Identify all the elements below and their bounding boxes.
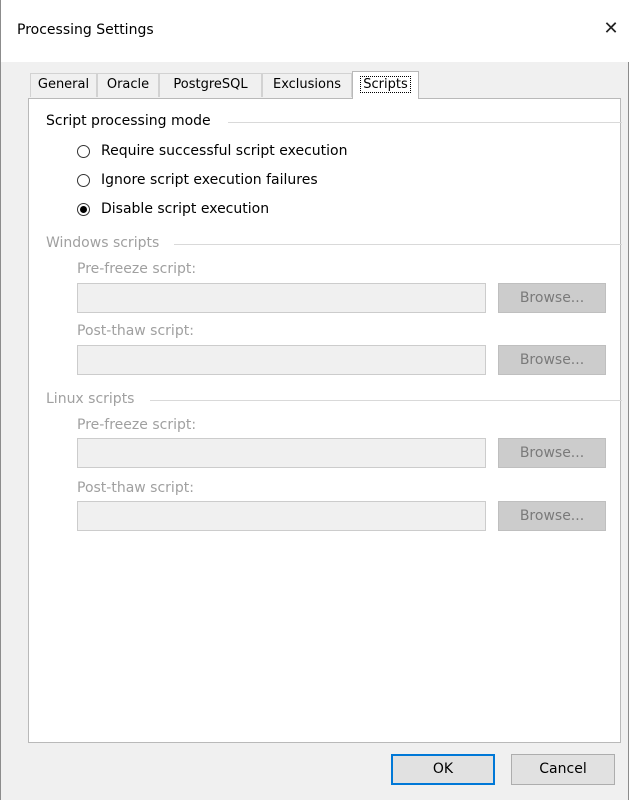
radio-label: Require successful script execution: [101, 143, 348, 159]
tab-postgresql[interactable]: PostgreSQL: [159, 73, 262, 97]
script-mode-group: Script processing mode: [46, 113, 622, 129]
dialog-title: Processing Settings: [17, 22, 154, 38]
radio-selected-dot: [80, 206, 87, 213]
windows-post-thaw-browse-button[interactable]: Browse...: [498, 345, 606, 375]
windows-scripts-group: Windows scripts: [46, 235, 622, 251]
windows-pre-freeze-browse-button[interactable]: Browse...: [498, 283, 606, 313]
tab-label: PostgreSQL: [173, 77, 248, 92]
cancel-button[interactable]: Cancel: [511, 754, 615, 785]
linux-pre-freeze-browse-button[interactable]: Browse...: [498, 438, 606, 468]
processing-settings-dialog: Processing Settings ✕ General Oracle Pos…: [0, 0, 629, 800]
linux-post-thaw-label: Post-thaw script:: [77, 480, 194, 496]
tab-label: Scripts: [360, 76, 411, 93]
scripts-tab-panel: Script processing mode Require successfu…: [28, 98, 622, 743]
radio-circle: [77, 145, 90, 158]
tab-oracle[interactable]: Oracle: [97, 73, 159, 97]
close-icon[interactable]: ✕: [598, 16, 624, 42]
linux-post-thaw-browse-button[interactable]: Browse...: [498, 501, 606, 531]
tab-general[interactable]: General: [30, 73, 97, 97]
radio-label: Ignore script execution failures: [101, 172, 318, 188]
windows-pre-freeze-input[interactable]: [77, 283, 486, 313]
tab-exclusions[interactable]: Exclusions: [262, 73, 352, 97]
tab-label: Exclusions: [272, 77, 342, 92]
title-bar: Processing Settings ✕: [1, 0, 629, 62]
linux-scripts-group: Linux scripts: [46, 391, 622, 407]
group-title: Linux scripts: [46, 391, 135, 407]
radio-label: Disable script execution: [101, 201, 270, 217]
group-title: Script processing mode: [46, 113, 211, 129]
ok-button[interactable]: OK: [391, 754, 495, 785]
linux-pre-freeze-input[interactable]: [77, 438, 486, 468]
radio-circle: [77, 203, 90, 216]
windows-post-thaw-input[interactable]: [77, 345, 486, 375]
tab-label: General: [37, 77, 90, 92]
linux-pre-freeze-label: Pre-freeze script:: [77, 417, 197, 433]
windows-pre-freeze-label: Pre-freeze script:: [77, 261, 197, 277]
tab-scripts[interactable]: Scripts: [352, 71, 419, 99]
radio-circle: [77, 174, 90, 187]
tab-label: Oracle: [106, 77, 150, 92]
windows-post-thaw-label: Post-thaw script:: [77, 323, 194, 339]
linux-post-thaw-input[interactable]: [77, 501, 486, 531]
group-title: Windows scripts: [46, 235, 160, 251]
